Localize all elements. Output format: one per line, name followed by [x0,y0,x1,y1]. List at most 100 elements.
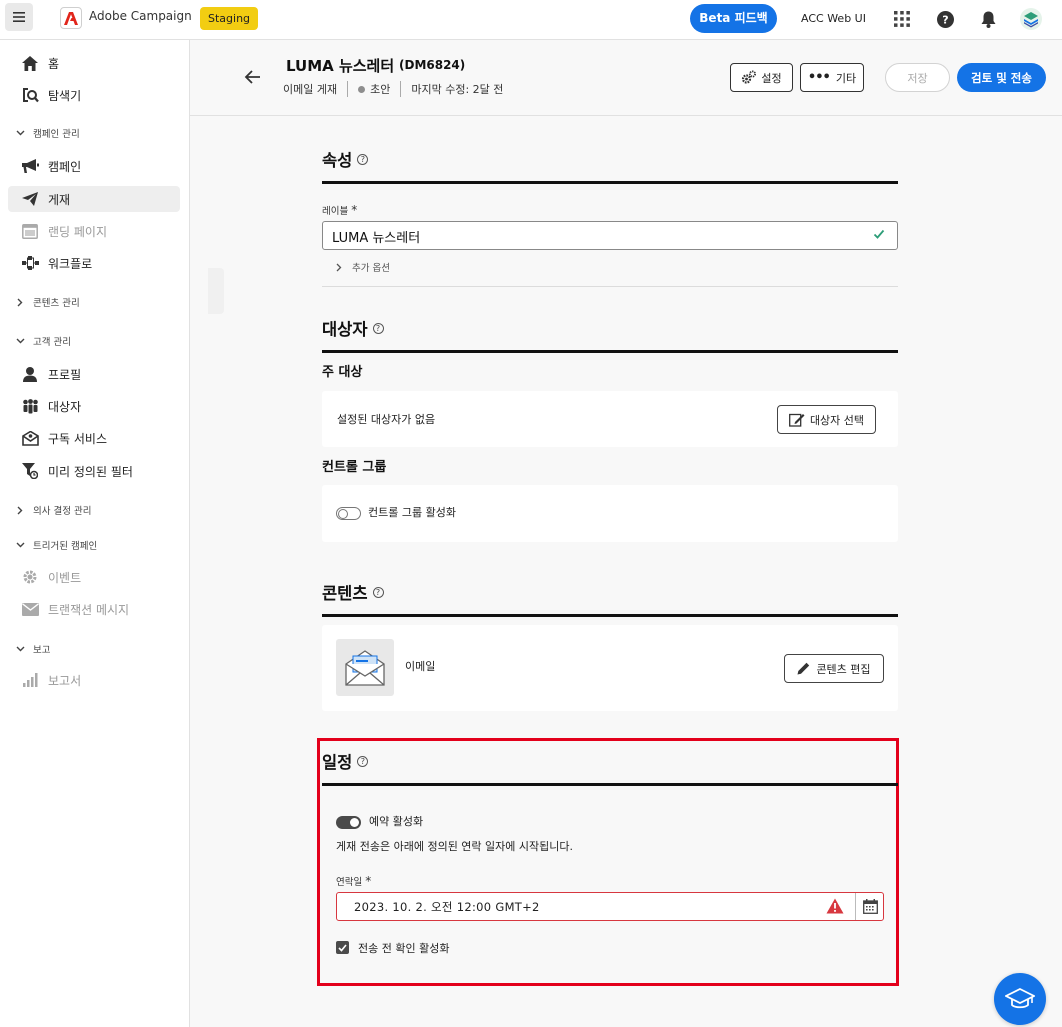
gears-icon [742,70,757,84]
sidebar-item-label: 구독 서비스 [48,431,108,446]
settings-button[interactable]: 설정 [730,63,793,92]
sidebar-item-explorer[interactable]: 탐색기 [8,82,180,108]
chevron-right-icon [14,506,26,515]
sidebar-item-transactional-messages[interactable]: 트랜잭션 메시지 [8,596,180,622]
chevron-right-icon [14,298,26,307]
beta-feedback-button[interactable]: Beta 피드백 [690,4,777,33]
settings-button-label: 설정 [761,71,782,85]
back-arrow-icon[interactable] [243,67,263,87]
help-icon[interactable]: ? [357,153,369,165]
adobe-logo[interactable] [60,7,82,29]
sidebar-item-profiles[interactable]: 프로필 [8,361,180,387]
nav-section-reporting[interactable]: 보고 [14,639,50,659]
help-button[interactable]: ? [935,9,955,29]
apps-grid-icon [894,11,910,27]
notifications-button[interactable] [978,9,998,29]
section-title-text: 콘텐츠 [322,584,368,603]
email-envelope-icon [345,649,385,686]
help-icon: ? [936,10,954,28]
sidebar-item-workflows[interactable]: 워크플로 [8,250,180,276]
audience-section-title: 대상자 ? [322,316,384,340]
paper-plane-icon [20,189,40,209]
nav-section-triggered-campaigns[interactable]: 트리거된 캠페인 [14,535,97,555]
more-button-label: 기타 [835,71,857,85]
edit-icon [788,413,805,427]
sidebar-item-reports[interactable]: 보고서 [8,667,180,693]
nav-section-label: 고객 관리 [33,337,71,348]
section-rule [322,181,898,184]
nav-section-campaign-management[interactable]: 캠페인 관리 [14,123,80,143]
user-avatar[interactable] [1020,8,1042,30]
sidebar-item-label: 캠페인 [48,159,82,174]
confirm-before-send-label: 전송 전 확인 활성화 [358,942,450,955]
schedule-enable-label: 예약 활성화 [369,815,424,828]
schedule-section-title: 일정 ? [322,749,369,773]
calendar-button[interactable] [855,893,884,920]
contact-date-input[interactable]: 2023. 10. 2. 오전 12:00 GMT+2 [336,892,884,921]
section-title-text: 대상자 [322,320,368,339]
meta-separator [400,81,402,97]
top-bar: Adobe Campaign Staging Beta 피드백 ACC Web … [0,0,1062,40]
workflow-icon [20,253,40,273]
nav-section-label: 콘텐츠 관리 [33,298,80,309]
apps-grid-button[interactable] [892,9,912,29]
sidebar-item-landing-pages[interactable]: 랜딩 페이지 [8,218,180,244]
chart-icon [20,670,40,690]
schedule-enable-toggle[interactable] [336,816,361,829]
more-button[interactable]: ••• 기타 [800,63,864,92]
nav-section-content-management[interactable]: 콘텐츠 관리 [14,292,80,312]
edit-content-label: 콘텐츠 편집 [816,662,871,676]
help-icon[interactable]: ? [372,322,384,334]
help-icon[interactable]: ? [357,755,369,767]
help-icon[interactable]: ? [372,586,384,598]
confirm-before-send-checkbox[interactable] [336,941,349,954]
sidebar-item-label: 트랜잭션 메시지 [48,602,130,617]
nav-section-label: 캠페인 관리 [33,129,80,140]
sidebar-item-label: 보고서 [48,673,82,688]
sidebar-item-home[interactable]: 홈 [8,50,180,76]
page-meta: 이메일 게재 초안 마지막 수정: 2달 전 [283,81,503,97]
label-field-label: 레이블 * [322,203,358,217]
sidebar-item-events[interactable]: 이벤트 [8,564,180,590]
sidebar-item-campaigns[interactable]: 캠페인 [8,153,180,179]
nav-section-customer-management[interactable]: 고객 관리 [14,331,71,351]
review-and-send-button[interactable]: 검토 및 전송 [957,63,1046,92]
sidebar-item-deliveries[interactable]: 게재 [8,186,180,212]
additional-options-toggle[interactable]: 추가 옵션 [336,260,390,274]
menu-toggle-button[interactable] [5,3,33,31]
chevron-right-icon [336,263,342,271]
control-group-toggle[interactable] [336,507,361,520]
select-audience-button[interactable]: 대상자 선택 [777,405,876,434]
nav-section-decision-management[interactable]: 의사 결정 관리 [14,500,91,520]
learn-button[interactable] [994,973,1046,1025]
control-group-title: 컨트롤 그룹 [322,460,387,475]
panel-collapse-handle[interactable] [208,268,224,314]
save-button[interactable]: 저장 [885,63,950,92]
svg-text:?: ? [942,13,948,26]
label-input-value: LUMA 뉴스레터 [332,231,421,246]
sidebar-item-label: 프로필 [48,367,82,382]
email-thumbnail [336,639,394,696]
more-dots-icon: ••• [807,70,831,85]
avatar-icon [1020,8,1042,30]
contact-date-label: 연락일 * [336,874,372,888]
acc-web-ui-link[interactable]: ACC Web UI [801,12,866,25]
label-input[interactable]: LUMA 뉴스레터 [322,221,898,250]
landing-page-icon [20,221,40,241]
schedule-description: 게재 전송은 아래에 정의된 연락 일자에 시작됩니다. [336,840,573,853]
sidebar-item-predefined-filters[interactable]: 미리 정의된 필터 [8,458,180,484]
edit-content-button[interactable]: 콘텐츠 편집 [784,654,884,683]
sidebar: 홈 탐색기 캠페인 관리 캠페인 게재 랜딩 페이지 워크플로 콘텐츠 관리 고… [0,40,190,1027]
sidebar-item-label: 홈 [48,56,60,71]
explorer-icon [20,85,40,105]
chevron-down-icon [14,542,26,548]
page-id: (DM6824) [399,58,466,72]
section-rule [322,783,898,786]
status-dot-icon [358,85,366,93]
sidebar-item-subscription-services[interactable]: 구독 서비스 [8,425,180,451]
sidebar-item-label: 게재 [48,192,71,207]
subscription-icon [20,428,40,448]
sidebar-item-audiences[interactable]: 대상자 [8,393,180,419]
pencil-icon [797,662,810,675]
sidebar-item-label: 이벤트 [48,570,82,585]
